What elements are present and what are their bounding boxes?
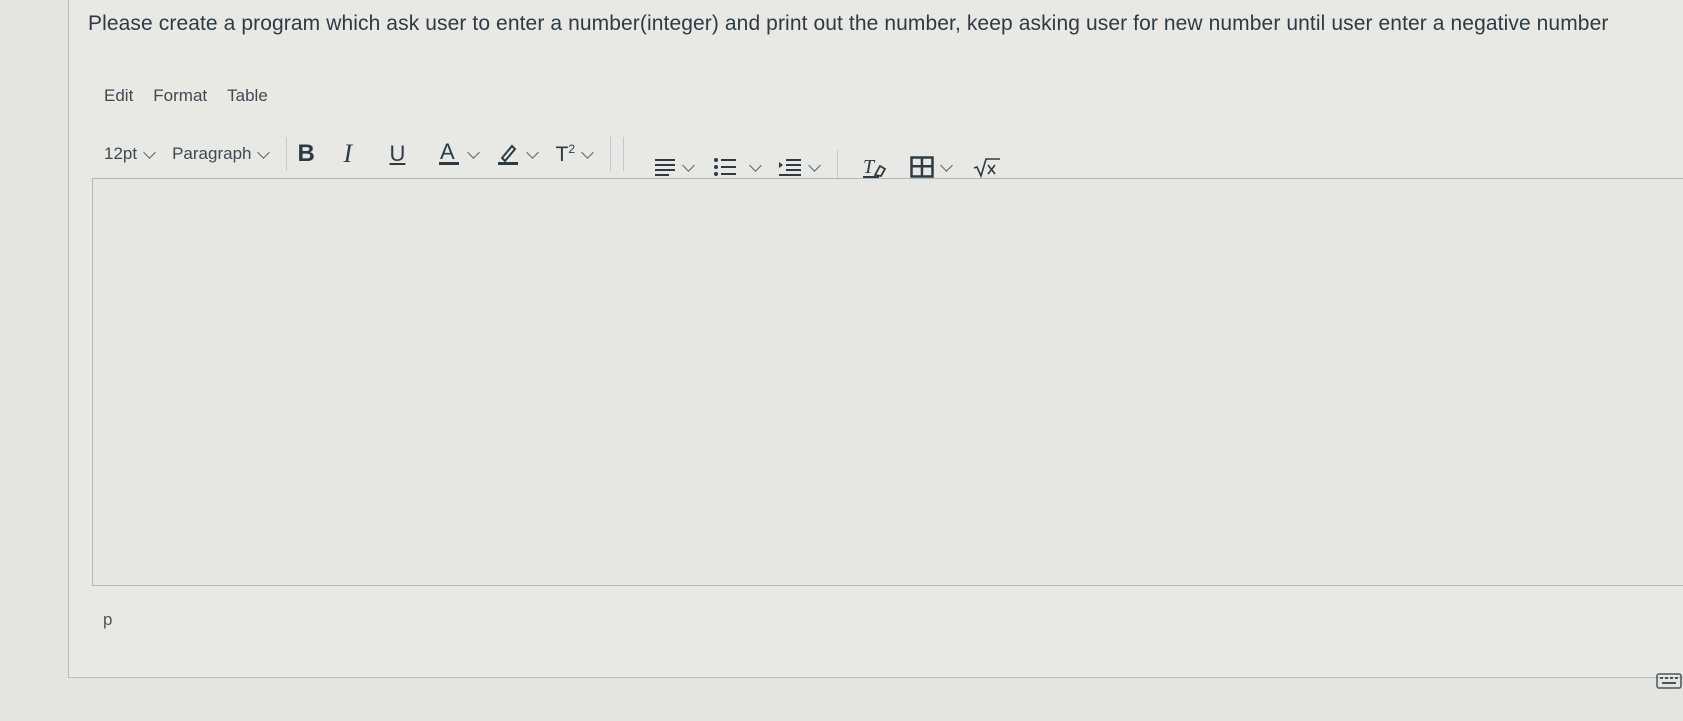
math-equation-icon [973,158,1000,178]
toolbar-divider [623,137,624,171]
font-size-dropdown[interactable]: 12pt [104,136,162,172]
superscript-letter: T [555,142,569,166]
chevron-down-icon [808,158,821,172]
menu-format[interactable]: Format [153,86,207,106]
underline-button[interactable]: U [389,136,425,172]
bold-button[interactable]: B [297,136,333,172]
align-icon [655,159,675,176]
superscript-icon: T2 [555,142,575,167]
question-text: Please create a program which ask user t… [88,12,1609,35]
toolbar-divider [610,137,611,171]
chevron-down-icon [257,145,271,159]
clear-formatting-icon: T [863,156,887,178]
bullet-list-icon [714,158,736,176]
chevron-down-icon [143,145,156,159]
chevron-down-icon [682,158,695,172]
highlight-icon [498,144,519,165]
italic-button[interactable]: I [343,136,379,172]
toolbar-divider [286,137,288,171]
superscript-button[interactable]: T2 [555,136,600,172]
rich-text-editor-area[interactable] [92,178,1683,586]
svg-text:A: A [440,140,455,164]
editor-menubar: Edit Format Table [104,86,268,106]
indent-icon [779,159,801,176]
table-icon [910,156,934,178]
editor-toolbar: 12pt Paragraph B I U A T2 T [104,134,1001,184]
svg-text:T: T [863,156,876,178]
menu-table[interactable]: Table [227,86,268,106]
chevron-down-icon [467,145,481,159]
keyboard-icon[interactable] [1656,668,1682,690]
font-size-value: 12pt [104,144,138,163]
text-color-button[interactable]: A [437,136,486,172]
superscript-exponent: 2 [568,141,575,156]
highlight-color-button[interactable] [496,136,545,172]
block-format-value: Paragraph [172,144,252,163]
chevron-down-icon [581,145,594,159]
block-format-dropdown[interactable]: Paragraph [172,136,276,172]
text-color-icon: A [439,140,460,165]
chevron-down-icon [749,158,762,172]
chevron-down-icon [526,145,540,159]
element-path[interactable]: p [103,610,112,630]
chevron-down-icon [940,158,953,172]
menu-edit[interactable]: Edit [104,86,133,106]
